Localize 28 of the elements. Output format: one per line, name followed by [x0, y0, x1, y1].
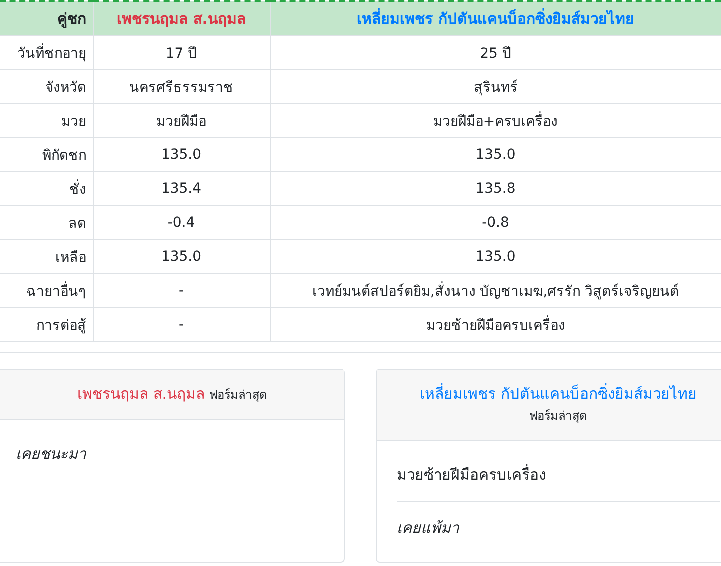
table-cell: 135.0	[93, 240, 270, 274]
row-label: การต่อสู้	[0, 308, 93, 342]
row-label: พิกัดชก	[0, 138, 93, 172]
form-entry: เคยแพ้มา	[397, 501, 720, 554]
fighter-name: เหลี่ยมเพชร กัปตันแคนบ็อกซิ่งยิมส์มวยไทย	[270, 1, 721, 36]
row-label: จังหวัด	[0, 70, 93, 104]
table-cell: 135.0	[93, 138, 270, 172]
row-label: ลด	[0, 206, 93, 240]
form-entry: มวยซ้ายฝีมือครบเครื่อง	[397, 464, 547, 486]
table-cell: มวยฝีมือ	[93, 104, 270, 138]
table-cell: 17 ปี	[93, 36, 270, 70]
card-subtitle: ฟอร์มล่าสุด	[530, 408, 588, 425]
table-cell: -	[93, 274, 270, 308]
row-label: มวย	[0, 104, 93, 138]
card-subtitle: ฟอร์มล่าสุด	[210, 387, 268, 404]
fighter-name: เพชรนฤมล ส.นฤมล	[78, 385, 206, 403]
table-cell: 135.4	[93, 172, 270, 206]
row-label: ชั่ง	[0, 172, 93, 206]
table-cell: -0.4	[93, 206, 270, 240]
row-label: ฉายาอื่นๆ	[0, 274, 93, 308]
fighter-name: เพชรนฤมล ส.นฤมล	[93, 1, 270, 36]
fighter-name: เหลี่ยมเพชร กัปตันแคนบ็อกซิ่งยิมส์มวยไทย	[420, 385, 697, 403]
table-cell: -	[93, 308, 270, 342]
header-cell: คู่ชก	[0, 1, 93, 36]
form-entry: เคยชนะมา	[16, 444, 88, 465]
row-label: เหลือ	[0, 240, 93, 274]
table-cell: นครศรีธรรมราช	[93, 70, 270, 104]
row-label: วันที่ชกอายุ	[0, 36, 93, 70]
